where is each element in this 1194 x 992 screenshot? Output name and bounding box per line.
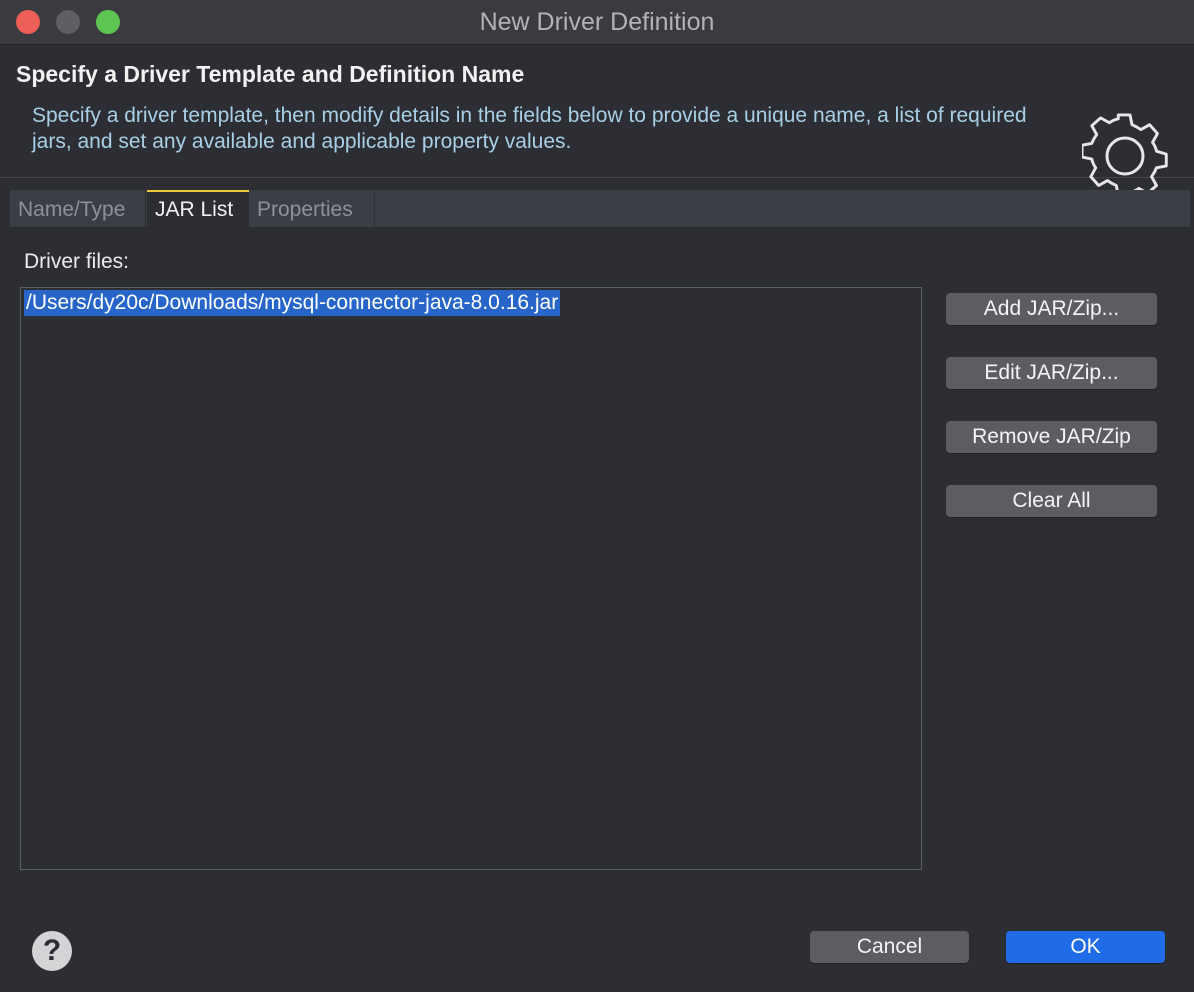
header-banner: Specify a Driver Template and Definition…: [0, 45, 1194, 197]
tab-bar: Name/Type JAR List Properties: [10, 190, 1190, 228]
cancel-button[interactable]: Cancel: [810, 931, 969, 963]
banner-description: Specify a driver template, then modify d…: [32, 104, 1027, 153]
remove-jar-button[interactable]: Remove JAR/Zip: [946, 421, 1157, 453]
driver-files-label: Driver files:: [24, 250, 130, 273]
edit-jar-button[interactable]: Edit JAR/Zip...: [946, 357, 1157, 389]
gear-icon: [1082, 113, 1168, 197]
help-icon[interactable]: ?: [32, 931, 72, 971]
clear-all-button[interactable]: Clear All: [946, 485, 1157, 517]
list-item[interactable]: /Users/dy20c/Downloads/mysql-connector-j…: [24, 290, 561, 316]
ok-button[interactable]: OK: [1006, 931, 1165, 963]
add-jar-button[interactable]: Add JAR/Zip...: [946, 293, 1157, 325]
tab-name-type[interactable]: Name/Type: [10, 190, 146, 227]
window-title: New Driver Definition: [479, 8, 715, 36]
driver-files-list[interactable]: /Users/dy20c/Downloads/mysql-connector-j…: [20, 287, 922, 870]
dialog-window: New Driver Definition Specify a Driver T…: [0, 0, 1194, 992]
banner-heading: Specify a Driver Template and Definition…: [16, 61, 525, 87]
tab-properties[interactable]: Properties: [249, 190, 375, 227]
title-bar[interactable]: New Driver Definition: [0, 0, 1194, 45]
tab-jar-list[interactable]: JAR List: [147, 190, 249, 227]
